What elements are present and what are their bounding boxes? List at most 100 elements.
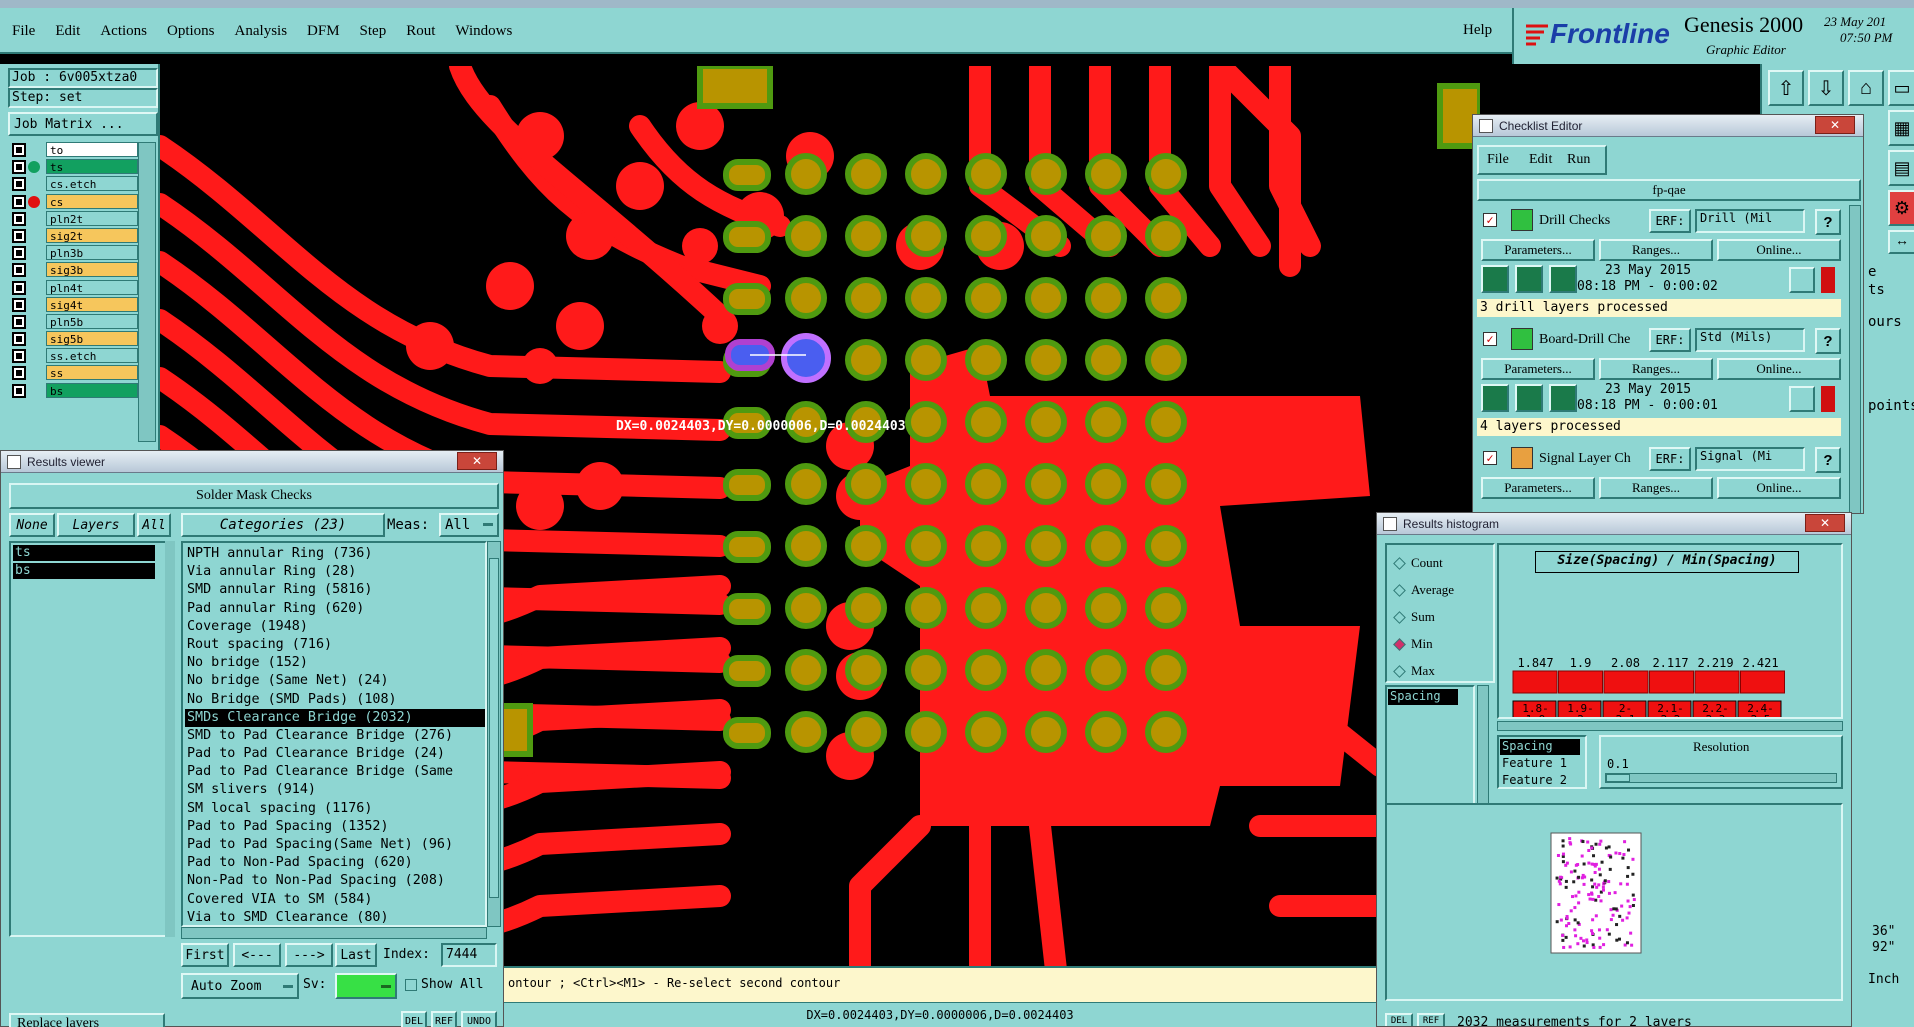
menu-analysis[interactable]: Analysis [235, 23, 288, 40]
layer-checkbox[interactable] [12, 263, 26, 278]
rv-layer-item[interactable]: bs [13, 563, 155, 579]
check-ranges-button[interactable]: Ranges... [1599, 358, 1713, 380]
menu-actions[interactable]: Actions [100, 23, 147, 40]
layer-row[interactable]: cs [10, 193, 138, 211]
rv-layer-list[interactable]: ts bs [9, 541, 169, 937]
layer-name[interactable]: sig5b [46, 331, 138, 347]
layer-checkbox[interactable] [12, 211, 26, 226]
check-erf-field[interactable]: Std (Mils) [1695, 328, 1805, 352]
category-item[interactable]: Covered VIA to SM (584) [185, 891, 485, 909]
check-zoom-icon[interactable] [1789, 386, 1815, 412]
rv-layer-item[interactable]: ts [13, 545, 155, 561]
chart-hscrollbar[interactable] [1497, 721, 1843, 731]
check-parameters-button[interactable]: Parameters... [1481, 477, 1595, 499]
layer-name[interactable]: sig3b [46, 262, 138, 278]
layer-checkbox[interactable] [12, 228, 26, 243]
toolbar-grid-icon[interactable]: ▦ [1888, 110, 1914, 146]
categories-scrollbar[interactable] [487, 541, 501, 927]
check-online-button[interactable]: Online... [1717, 358, 1841, 380]
check-erf-field[interactable]: Signal (Mi [1695, 447, 1805, 471]
layer-row[interactable]: cs.etch [10, 176, 138, 193]
check-run-layer-icon[interactable] [1549, 265, 1577, 293]
job-matrix-button[interactable]: Job Matrix ... [8, 112, 158, 136]
histogram-bar[interactable] [1558, 670, 1603, 694]
layer-checkbox[interactable] [12, 177, 26, 192]
layer-checkbox[interactable] [12, 160, 26, 175]
histogram-bar[interactable] [1649, 670, 1694, 694]
layer-scrollbar[interactable] [138, 142, 156, 442]
nav-next-button[interactable]: ---> [285, 943, 333, 967]
rv-undo-button[interactable]: UNDO [461, 1011, 497, 1027]
filter-layers-button[interactable]: Layers [57, 513, 135, 537]
layer-name[interactable]: ss.etch [46, 348, 138, 364]
check-online-button[interactable]: Online... [1717, 477, 1841, 499]
layer-row[interactable]: pln3b [10, 245, 138, 262]
toolbar-download-icon[interactable]: ⇩ [1808, 70, 1844, 106]
category-item[interactable]: Pad to Pad Clearance Bridge (24) [185, 745, 485, 763]
layer-name[interactable]: pln3b [46, 245, 138, 261]
layer-row[interactable]: pln4t [10, 279, 138, 297]
rv-layer-scrollbar[interactable] [165, 541, 175, 937]
nav-first-button[interactable]: First [181, 943, 229, 967]
nav-prev-button[interactable]: <--- [233, 943, 281, 967]
toolbar-list-icon[interactable]: ▤ [1888, 150, 1914, 186]
field-item[interactable]: Feature 2 [1500, 773, 1567, 787]
toolbar-upload-icon[interactable]: ⇧ [1768, 70, 1804, 106]
board-preview[interactable] [1547, 829, 1647, 959]
layer-name[interactable]: cs.etch [46, 176, 138, 192]
category-item[interactable]: SM local spacing (1176) [185, 800, 485, 818]
histogram-bar[interactable] [1512, 670, 1558, 694]
checklist-close-button[interactable]: ✕ [1815, 116, 1855, 134]
check-erf-field[interactable]: Drill (Mil [1695, 209, 1805, 233]
category-item[interactable]: Non-Pad to Non-Pad Spacing (208) [185, 872, 485, 890]
layer-name[interactable]: ts [46, 159, 138, 175]
check-run-all-icon[interactable] [1515, 384, 1543, 412]
layer-row[interactable]: sig4t [10, 296, 138, 314]
field-item[interactable]: Feature 1 [1500, 756, 1567, 770]
check-enable-checkbox[interactable]: ✓ [1483, 213, 1497, 227]
layer-name[interactable]: pln4t [46, 279, 138, 295]
layer-row[interactable]: bs [10, 382, 138, 400]
category-item[interactable]: Pad annular Ring (620) [185, 600, 485, 618]
scroll-thumb[interactable] [489, 558, 499, 898]
check-ranges-button[interactable]: Ranges... [1599, 477, 1713, 499]
filter-none-button[interactable]: None [9, 513, 55, 537]
check-enable-checkbox[interactable]: ✓ [1483, 451, 1497, 465]
toolbar-tool-icon[interactable]: ⚙ [1888, 190, 1914, 226]
layer-row[interactable]: sig3b [10, 262, 138, 279]
category-item[interactable]: Pad to Non-Pad Spacing (620) [185, 854, 485, 872]
mode-radio-average[interactable]: Average [1393, 582, 1489, 600]
layer-checkbox[interactable] [12, 349, 26, 364]
meas-select[interactable]: All [439, 513, 499, 537]
mode-radio-max[interactable]: Max [1393, 663, 1489, 681]
mode-radio-sum[interactable]: Sum [1393, 609, 1489, 627]
toolbar-home-icon[interactable]: ⌂ [1848, 70, 1884, 106]
hist-list[interactable]: Spacing [1385, 685, 1475, 805]
check-ranges-button[interactable]: Ranges... [1599, 239, 1713, 261]
category-item[interactable]: Pad to Pad Clearance Bridge (Same [185, 763, 485, 781]
sv-color-select[interactable] [335, 973, 397, 999]
layer-row[interactable]: ss [10, 365, 138, 382]
rv-del-button[interactable]: DEL [401, 1011, 427, 1027]
category-item[interactable]: SMDs Clearance Bridge (2032) [185, 708, 485, 727]
toolbar-window-icon[interactable]: ▭ [1888, 70, 1914, 106]
layer-checkbox[interactable] [12, 194, 26, 209]
layer-name[interactable]: sig4t [46, 296, 138, 312]
histogram-bars[interactable]: 1.8471.8-1.91.91.9-22.082-2.12.1172.1-2.… [1499, 545, 1841, 717]
checklist-menu-run[interactable]: Run [1567, 152, 1590, 168]
category-item[interactable]: Via to SMD Clearance (80) [185, 909, 485, 925]
fields-list[interactable]: Spacing Feature 1 Feature 2 [1497, 735, 1587, 789]
histogram-bar[interactable] [1603, 670, 1649, 694]
layer-name[interactable]: cs [46, 193, 138, 209]
histogram-bar[interactable] [1694, 670, 1740, 694]
menu-rout[interactable]: Rout [406, 23, 435, 40]
category-item[interactable]: SMD annular Ring (5816) [185, 581, 485, 599]
replace-layers-button[interactable]: Replace layers [9, 1013, 165, 1027]
results-viewer-close-button[interactable]: ✕ [457, 452, 497, 470]
categories-list[interactable]: NPTH annular Ring (736) Via annular Ring … [181, 541, 487, 927]
layer-row[interactable]: pln2t [10, 210, 138, 228]
hist-list-item[interactable]: Spacing [1388, 689, 1458, 705]
auto-zoom-select[interactable]: Auto Zoom [181, 973, 299, 999]
layer-checkbox[interactable] [12, 383, 26, 398]
category-item[interactable]: SMD to Pad Clearance Bridge (276) [185, 727, 485, 745]
